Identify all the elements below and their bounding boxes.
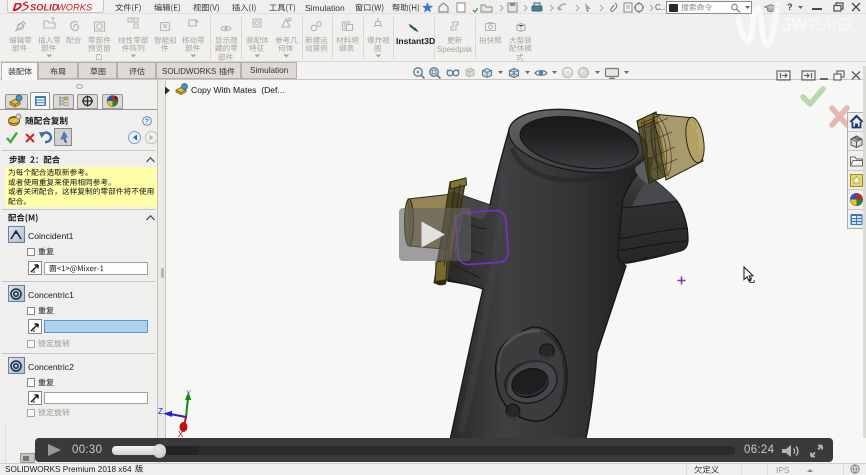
- svg-text:WORKS: WORKS: [57, 3, 93, 13]
- svg-text:Y: Y: [186, 389, 192, 398]
- svg-text:?: ?: [145, 119, 149, 126]
- svg-text:SOLID: SOLID: [30, 3, 59, 13]
- svg-text:X: X: [178, 430, 184, 438]
- svg-text:Z: Z: [158, 407, 163, 416]
- svg-text:JW: JW: [782, 15, 807, 35]
- svg-text:PLAYER: PLAYER: [809, 15, 853, 35]
